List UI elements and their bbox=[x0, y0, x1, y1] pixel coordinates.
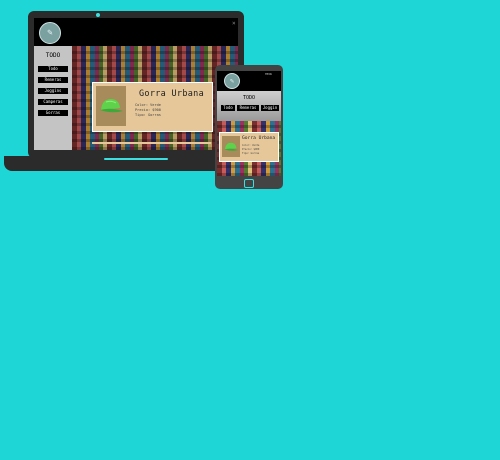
mobile-product-title: Gorra Urbana bbox=[242, 136, 276, 141]
phone-screen: ✎ MENU TODO Todo Remeras Joggin Gorra Ur… bbox=[217, 71, 281, 176]
mobile-product-type: Tipo: Gorras bbox=[242, 152, 260, 155]
product-card[interactable]: Gorra Urbana Color: Verde Precio: $900 T… bbox=[92, 82, 213, 132]
camera-dot bbox=[96, 13, 100, 17]
menu-item-joggins[interactable]: Joggins bbox=[38, 88, 68, 94]
mobile-product-image bbox=[222, 136, 240, 157]
product-type: Tipo: Gorras bbox=[135, 113, 161, 117]
product-title: Gorra Urbana bbox=[139, 89, 205, 99]
close-icon[interactable]: × bbox=[232, 20, 236, 27]
mobile-product-card[interactable]: Gorra Urbana Color: Verde Precio: $900 T… bbox=[219, 132, 279, 162]
desktop-header: ✎ × bbox=[34, 18, 238, 46]
laptop-trackbar bbox=[104, 158, 168, 160]
mobile-menu-label[interactable]: MENU bbox=[265, 72, 272, 76]
mobile-menu-joggin[interactable]: Joggin bbox=[261, 105, 279, 111]
mobile-header: ✎ MENU bbox=[217, 71, 281, 91]
product-image bbox=[96, 86, 126, 126]
mobile-cap-icon bbox=[224, 142, 239, 151]
home-button[interactable] bbox=[244, 179, 254, 188]
logo-icon[interactable]: ✎ bbox=[39, 22, 61, 44]
cap-icon bbox=[100, 99, 123, 113]
mobile-menu-remeras[interactable]: Remeras bbox=[237, 105, 259, 111]
mobile-product-color: Color: Verde bbox=[242, 144, 260, 147]
mobile-logo-icon[interactable]: ✎ bbox=[224, 73, 240, 89]
product-color: Color: Verde bbox=[135, 103, 161, 107]
menu-item-todo[interactable]: Todo bbox=[38, 66, 68, 72]
mobile-sidebar: TODO Todo Remeras Joggin bbox=[217, 91, 281, 121]
product-price: Precio: $900 bbox=[135, 108, 161, 112]
mobile-product-price: Precio: $900 bbox=[242, 148, 260, 151]
next-card-edge bbox=[92, 142, 211, 144]
menu-item-remeras[interactable]: Remeras bbox=[38, 77, 68, 83]
sidebar-title: TODO bbox=[45, 52, 61, 59]
menu-item-camperas[interactable]: Camperas bbox=[38, 99, 68, 105]
desktop-sidebar: TODO Todo Remeras Joggins Camperas Gorra… bbox=[34, 46, 72, 150]
menu-item-gorras[interactable]: Gorras bbox=[38, 110, 68, 116]
laptop-screen: ✎ × TODO Todo Remeras Joggins Camperas G… bbox=[34, 18, 238, 150]
mobile-sidebar-title: TODO bbox=[242, 95, 256, 101]
mobile-menu-todo[interactable]: Todo bbox=[221, 105, 235, 111]
